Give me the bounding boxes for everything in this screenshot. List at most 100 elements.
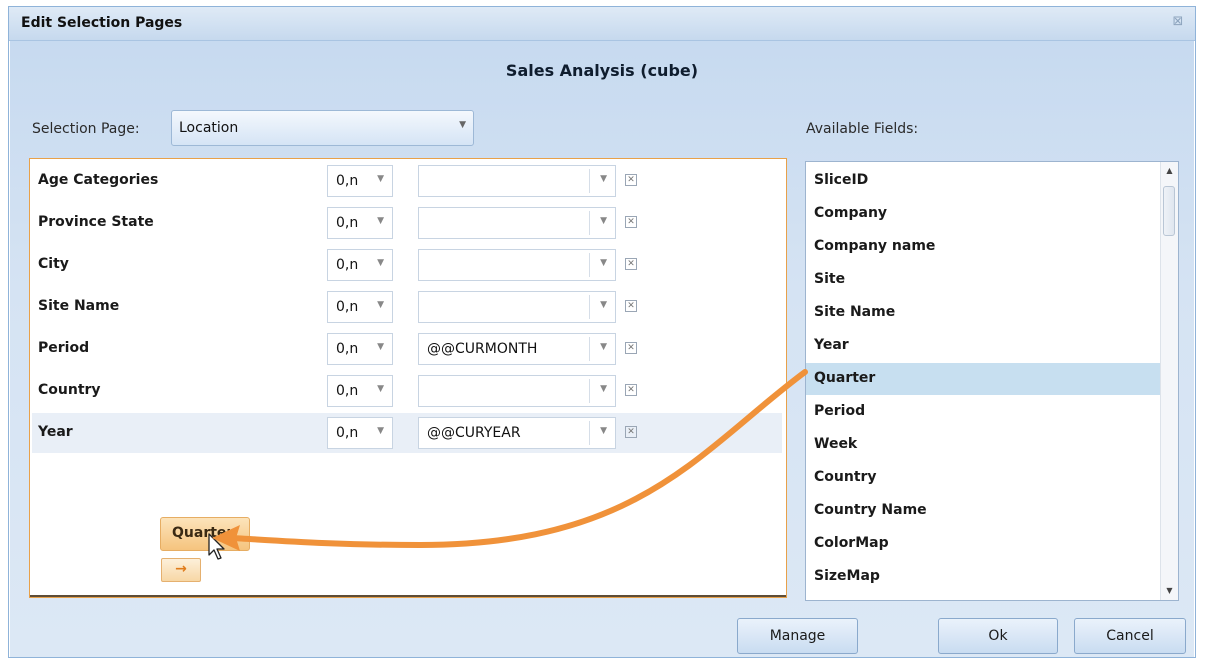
row-label: Year	[38, 424, 73, 440]
default-value-dropdown[interactable]: ▼	[418, 249, 616, 281]
list-item[interactable]: Company name	[806, 231, 1161, 263]
mouse-cursor-icon	[208, 533, 225, 560]
field-label: Year	[814, 337, 849, 353]
cardinality-value: 0,n	[336, 215, 359, 231]
cardinality-dropdown[interactable]: 0,n ▼	[327, 249, 393, 281]
chevron-down-icon: ▼	[377, 426, 384, 436]
dragged-field-chip[interactable]: Quarter	[160, 517, 250, 551]
list-item[interactable]: Week	[806, 429, 1161, 461]
cardinality-dropdown[interactable]: 0,n ▼	[327, 417, 393, 449]
row-label: Period	[38, 340, 90, 356]
field-label: Country Name	[814, 502, 927, 518]
selection-page-dropdown[interactable]: Location ▼	[171, 110, 474, 146]
default-value: @@CURYEAR	[427, 425, 521, 441]
field-label: Site Name	[814, 304, 896, 320]
scroll-down-icon[interactable]: ▼	[1161, 582, 1178, 600]
available-fields-label: Available Fields:	[806, 121, 919, 137]
list-item[interactable]: ColorMap	[806, 528, 1161, 560]
divider	[589, 295, 590, 319]
remove-icon[interactable]: ✕	[625, 384, 637, 396]
field-label: Period	[814, 403, 866, 419]
scroll-up-icon[interactable]: ▲	[1161, 162, 1178, 180]
field-label: Quarter	[814, 370, 876, 386]
cardinality-dropdown[interactable]: 0,n ▼	[327, 165, 393, 197]
default-value-dropdown[interactable]: ▼	[418, 291, 616, 323]
chevron-down-icon: ▼	[600, 174, 607, 184]
field-label: SizeMap	[814, 568, 880, 584]
cardinality-value: 0,n	[336, 257, 359, 273]
chevron-down-icon: ▼	[377, 216, 384, 226]
chevron-down-icon: ▼	[600, 384, 607, 394]
cardinality-dropdown[interactable]: 0,n ▼	[327, 333, 393, 365]
chevron-down-icon: ▼	[600, 258, 607, 268]
selection-page-label: Selection Page:	[32, 121, 140, 137]
close-icon[interactable]: ⊠	[1171, 15, 1185, 29]
default-value-dropdown[interactable]: @@CURMONTH ▼	[418, 333, 616, 365]
vertical-scrollbar[interactable]: ▲ ▼	[1160, 162, 1178, 600]
default-value: @@CURMONTH	[427, 341, 538, 357]
chevron-down-icon: ▼	[377, 258, 384, 268]
field-label: Company	[814, 205, 888, 221]
row-label: Province State	[38, 214, 154, 230]
row-label: Site Name	[38, 298, 120, 314]
selection-fields-panel[interactable]: Age Categories 0,n ▼ ▼ ✕ Province State …	[29, 158, 787, 598]
list-item[interactable]: Year	[806, 330, 1161, 362]
chevron-down-icon: ▼	[377, 300, 384, 310]
title-bar[interactable]: Edit Selection Pages ⊠	[9, 7, 1195, 41]
edit-selection-pages-dialog: Edit Selection Pages ⊠ Sales Analysis (c…	[8, 6, 1196, 658]
selection-row: City 0,n ▼ ▼ ✕	[32, 245, 782, 285]
selection-row: Period 0,n ▼ @@CURMONTH ▼ ✕	[32, 329, 782, 369]
chevron-down-icon: ▼	[459, 120, 466, 130]
cardinality-dropdown[interactable]: 0,n ▼	[327, 375, 393, 407]
default-value-dropdown[interactable]: @@CURYEAR ▼	[418, 417, 616, 449]
list-item[interactable]: Site	[806, 264, 1161, 296]
selection-row: Province State 0,n ▼ ▼ ✕	[32, 203, 782, 243]
chevron-down-icon: ▼	[600, 300, 607, 310]
available-fields-list[interactable]: SliceID Company Company name Site Site N…	[805, 161, 1179, 601]
list-item[interactable]: SizeMap	[806, 561, 1161, 593]
remove-icon[interactable]: ✕	[625, 342, 637, 354]
cardinality-value: 0,n	[336, 299, 359, 315]
divider	[589, 379, 590, 403]
list-item[interactable]: Company	[806, 198, 1161, 230]
list-item[interactable]: Site Name	[806, 297, 1161, 329]
add-field-arrow-button[interactable]: →	[161, 558, 201, 582]
divider	[589, 169, 590, 193]
remove-icon[interactable]: ✕	[625, 258, 637, 270]
divider	[589, 253, 590, 277]
remove-icon[interactable]: ✕	[625, 300, 637, 312]
selection-row: Year 0,n ▼ @@CURYEAR ▼ ✕	[32, 413, 782, 453]
list-item[interactable]: SliceID	[806, 165, 1161, 197]
list-item[interactable]: Country Name	[806, 495, 1161, 527]
default-value-dropdown[interactable]: ▼	[418, 375, 616, 407]
remove-icon[interactable]: ✕	[625, 216, 637, 228]
divider	[589, 337, 590, 361]
field-label: Site	[814, 271, 846, 287]
list-item[interactable]: Country	[806, 462, 1161, 494]
field-label: Country	[814, 469, 877, 485]
scrollbar-thumb[interactable]	[1163, 186, 1175, 236]
manage-button[interactable]: Manage	[737, 618, 858, 654]
chevron-down-icon: ▼	[377, 384, 384, 394]
cancel-button[interactable]: Cancel	[1074, 618, 1186, 654]
dialog-body: Sales Analysis (cube) Selection Page: Lo…	[10, 41, 1194, 657]
selection-row: Age Categories 0,n ▼ ▼ ✕	[32, 161, 782, 201]
remove-icon[interactable]: ✕	[625, 426, 637, 438]
remove-icon[interactable]: ✕	[625, 174, 637, 186]
field-label: SliceID	[814, 172, 869, 188]
list-item-selected[interactable]: Quarter	[806, 363, 1161, 395]
default-value-dropdown[interactable]: ▼	[418, 165, 616, 197]
chevron-down-icon: ▼	[600, 342, 607, 352]
cardinality-value: 0,n	[336, 173, 359, 189]
cardinality-dropdown[interactable]: 0,n ▼	[327, 207, 393, 239]
cardinality-dropdown[interactable]: 0,n ▼	[327, 291, 393, 323]
default-value-dropdown[interactable]: ▼	[418, 207, 616, 239]
chevron-down-icon: ▼	[600, 426, 607, 436]
ok-button[interactable]: Ok	[938, 618, 1058, 654]
selection-row: Site Name 0,n ▼ ▼ ✕	[32, 287, 782, 327]
cardinality-value: 0,n	[336, 341, 359, 357]
cube-heading: Sales Analysis (cube)	[505, 61, 699, 80]
selection-page-value: Location	[179, 120, 239, 136]
row-label: Age Categories	[38, 172, 159, 188]
list-item[interactable]: Period	[806, 396, 1161, 428]
